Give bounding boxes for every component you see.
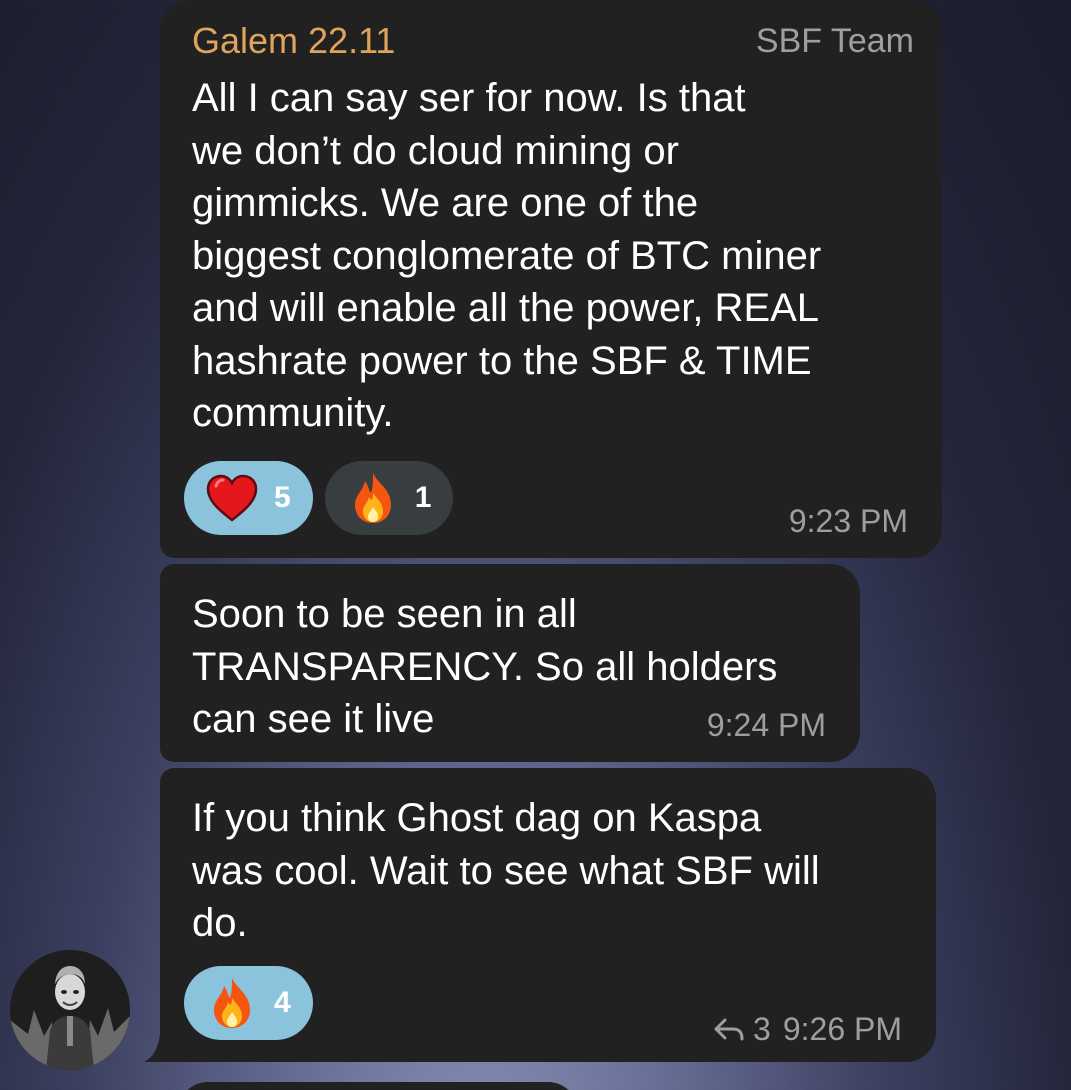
reactions-bar: 5 1 — [184, 461, 465, 535]
bubble-tail — [144, 1034, 168, 1062]
reply-count: 3 — [753, 1011, 771, 1047]
replies-button[interactable]: 3 — [713, 1011, 771, 1048]
message-bubble[interactable]: If you think Ghost dag on Kaspa was cool… — [160, 768, 936, 1062]
message-time: 9:26 PM — [782, 1011, 902, 1047]
reply-arrow-icon — [714, 1018, 744, 1040]
reactions-bar: 4 — [184, 966, 325, 1040]
message-meta: 3 9:26 PM — [713, 1011, 902, 1048]
message-time: 9:24 PM — [706, 707, 826, 743]
reaction-fire[interactable]: 1 — [324, 461, 454, 535]
sender-avatar[interactable] — [10, 950, 130, 1070]
message-bubble[interactable]: Galem 22.11 SBF Team All I can say ser f… — [160, 0, 942, 558]
reaction-count: 5 — [274, 481, 291, 514]
fire-icon — [204, 975, 260, 1031]
message-text: If you think Ghost dag on Kaspa was cool… — [192, 796, 820, 945]
reaction-count: 4 — [274, 986, 291, 1019]
message-time: 9:23 PM — [788, 503, 908, 539]
avatar-image — [10, 950, 130, 1070]
reaction-count: 1 — [414, 481, 432, 514]
sender-tag: SBF Team — [755, 22, 914, 60]
message-text: All I can say ser for now. Is that we do… — [192, 76, 822, 435]
next-message-bubble — [178, 1082, 578, 1090]
reaction-fire[interactable]: 4 — [184, 966, 313, 1040]
reaction-heart[interactable]: 5 — [184, 461, 313, 535]
sender-name[interactable]: Galem 22.11 — [192, 20, 395, 62]
fire-icon — [345, 470, 401, 526]
heart-icon — [204, 470, 260, 526]
message-bubble[interactable]: Soon to be seen in all TRANSPARENCY. So … — [160, 564, 860, 762]
